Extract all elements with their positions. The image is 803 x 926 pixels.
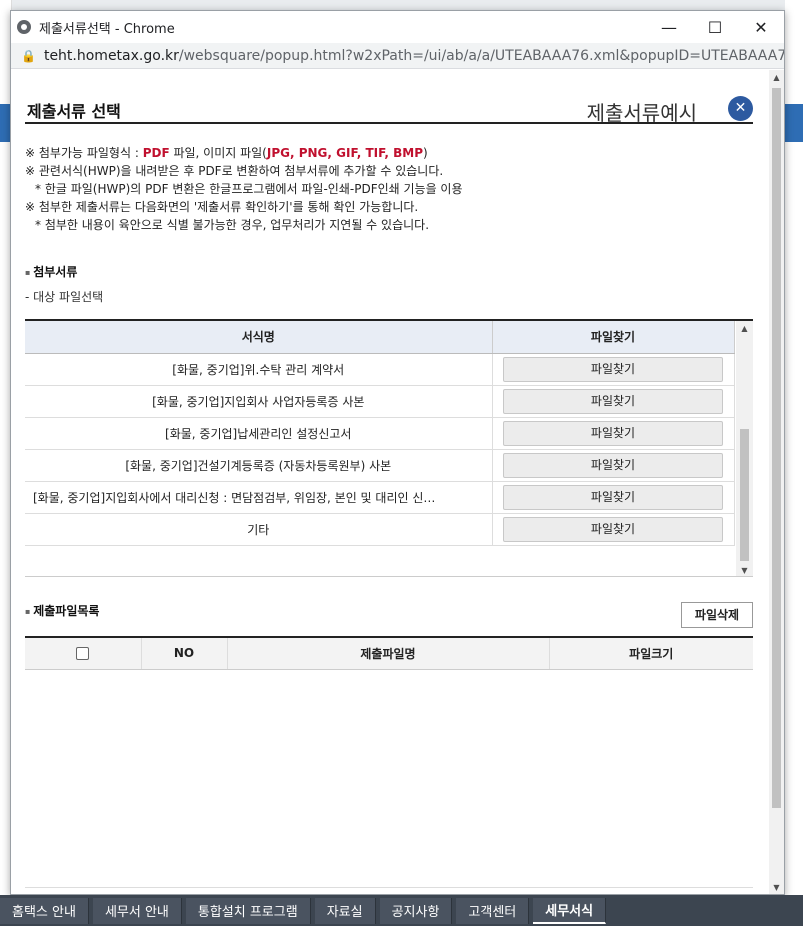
form-name: [화물, 중기업]지입회사 사업자등록증 사본 (25, 385, 493, 418)
notice-text: ※ 첨부가능 파일형식 : PDF 파일, 이미지 파일(JPG, PNG, G… (25, 146, 463, 232)
popup-header: 제출서류 선택 제출서류예시 ✕ (25, 80, 753, 126)
form-name: [화물, 중기업]위.수탁 관리 계약서 (25, 353, 493, 386)
table-row: [화물, 중기업]납세관리인 설정신고서 파일찾기 (25, 417, 735, 450)
popup-content: 제출서류 선택 제출서류예시 ✕ ※ 첨부가능 파일형식 : PDF 파일, 이… (11, 70, 771, 894)
find-file-button[interactable]: 파일찾기 (503, 388, 723, 414)
titlebar: 제출서류선택 - Chrome — ☐ ✕ (11, 11, 784, 43)
scroll-up-icon[interactable]: ▲ (769, 70, 784, 86)
window-close-button[interactable]: ✕ (738, 11, 784, 43)
scroll-up-icon[interactable]: ▲ (736, 321, 753, 337)
delete-file-button[interactable]: 파일삭제 (681, 602, 753, 628)
lock-icon: 🔒 (21, 48, 36, 63)
maximize-button[interactable]: ☐ (692, 11, 738, 43)
window-title: 제출서류선택 - Chrome (39, 21, 175, 37)
attachments-section-title: 첨부서류 (25, 263, 77, 280)
address-bar[interactable]: 🔒 teht.hometax.go.kr/websquare/popup.htm… (11, 43, 784, 69)
popup-close-button[interactable]: ✕ (728, 96, 753, 121)
form-name: [화물, 중기업]건설기계등록증 (자동차등록원부) 사본 (25, 449, 493, 482)
nav-tab[interactable]: 통합설치 프로그램 (185, 897, 311, 924)
find-file-button[interactable]: 파일찾기 (503, 420, 723, 446)
scroll-down-icon[interactable]: ▼ (769, 880, 784, 894)
attachment-table: 서식명 파일찾기 [화물, 중기업]위.수탁 관리 계약서 파일찾기 [화물, … (25, 319, 753, 577)
table-row: [화물, 중기업]지입회사에서 대리신청 : 면담점검부, 위임장, 본인 및 … (25, 481, 735, 514)
table-row: [화물, 중기업]지입회사 사업자등록증 사본 파일찾기 (25, 385, 735, 418)
bottom-nav: 홈택스 안내 세무서 안내 통합설치 프로그램 자료실 공지사항 고객센터 세무… (0, 895, 803, 926)
chrome-popup-window: 제출서류선택 - Chrome — ☐ ✕ 🔒 teht.hometax.go.… (10, 10, 785, 895)
find-file-button[interactable]: 파일찾기 (503, 356, 723, 382)
table-row: [화물, 중기업]건설기계등록증 (자동차등록원부) 사본 파일찾기 (25, 449, 735, 482)
minimize-button[interactable]: — (646, 11, 692, 43)
target-file-label: - 대상 파일선택 (25, 290, 104, 304)
chrome-icon (17, 20, 31, 34)
table-scrollbar[interactable]: ▲ ▼ (736, 321, 753, 576)
scrollbar-thumb[interactable] (772, 88, 781, 808)
find-file-button[interactable]: 파일찾기 (503, 516, 723, 542)
find-file-button[interactable]: 파일찾기 (503, 484, 723, 510)
form-name: 기타 (25, 513, 493, 546)
col-header-filesize: 파일크기 (549, 637, 753, 670)
scroll-down-icon[interactable]: ▼ (736, 563, 753, 576)
page-scrollbar[interactable]: ▲ ▼ (769, 70, 784, 894)
scrollbar-thumb[interactable] (740, 429, 749, 561)
submitted-file-table: NO 제출파일명 파일크기 (25, 636, 753, 670)
submitted-section-title: 제출파일목록 (25, 602, 99, 619)
select-all-checkbox[interactable] (76, 647, 90, 661)
col-header-find: 파일찾기 (492, 321, 735, 354)
nav-tab[interactable]: 공지사항 (379, 897, 453, 924)
find-file-button[interactable]: 파일찾기 (503, 452, 723, 478)
table-row: [화물, 중기업]위.수탁 관리 계약서 파일찾기 (25, 353, 735, 386)
divider (25, 887, 753, 888)
col-header-form: 서식명 (25, 321, 493, 354)
form-name: [화물, 중기업]지입회사에서 대리신청 : 면담점검부, 위임장, 본인 및 … (25, 481, 493, 514)
nav-tab[interactable]: 고객센터 (456, 897, 530, 924)
url-text[interactable]: teht.hometax.go.kr/websquare/popup.html?… (44, 48, 784, 64)
nav-tab[interactable]: 자료실 (314, 897, 376, 924)
nav-tab[interactable]: 홈택스 안내 (0, 897, 89, 924)
nav-tab[interactable]: 세무서 안내 (92, 897, 182, 924)
form-name: [화물, 중기업]납세관리인 설정신고서 (25, 417, 493, 450)
col-header-no: NO (141, 637, 228, 670)
table-row: 기타 파일찾기 (25, 513, 735, 546)
example-link[interactable]: 제출서류예시 (587, 97, 697, 126)
col-header-filename: 제출파일명 (227, 637, 550, 670)
page-title: 제출서류 선택 (27, 102, 121, 121)
nav-tab-active[interactable]: 세무서식 (533, 897, 607, 924)
background-page-right (785, 0, 803, 900)
